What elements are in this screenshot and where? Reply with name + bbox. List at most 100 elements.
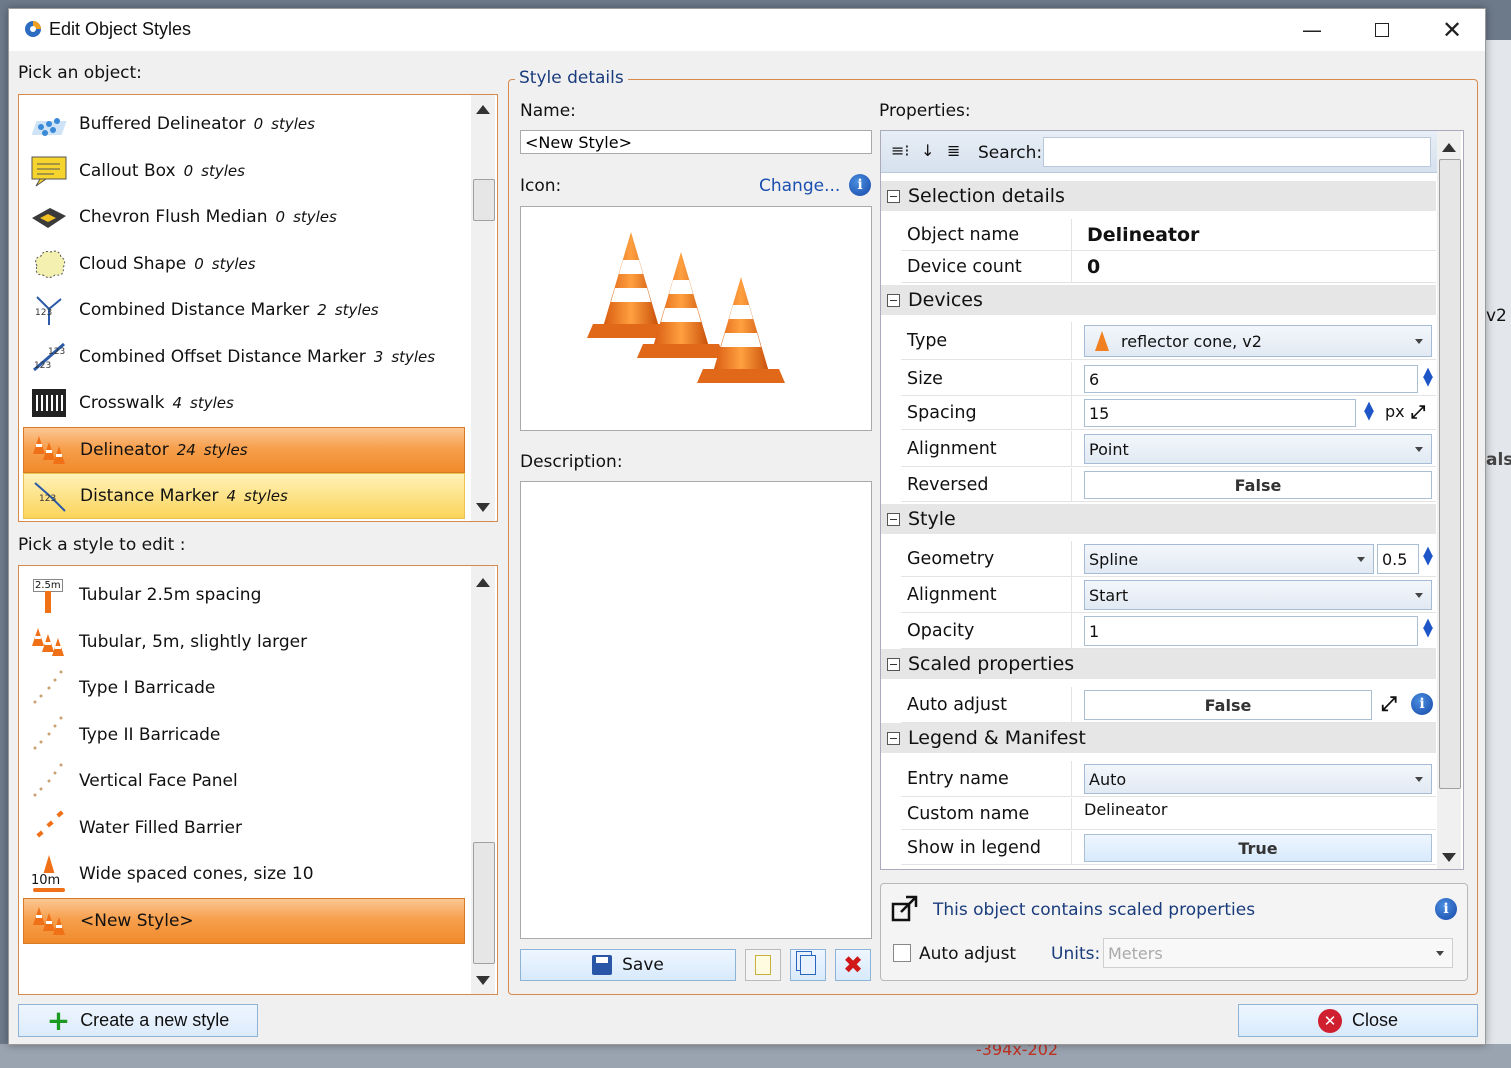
object-list-item[interactable]: Buffered Delineator 0 styles (23, 101, 465, 147)
property-toggle[interactable]: True (1084, 834, 1432, 862)
property-toggle[interactable]: False (1084, 471, 1432, 499)
object-name: Buffered Delineator (79, 114, 246, 134)
alphabetical-sort-icon[interactable]: ↓ (921, 141, 934, 160)
style-list-item[interactable]: Type II Barricade (23, 712, 465, 758)
close-window-button[interactable]: ✕ (1421, 13, 1483, 47)
spinner-arrows-icon[interactable]: ▲ ▼ (1422, 366, 1434, 388)
scale-arrow-icon[interactable]: ⤢ (1381, 691, 1397, 715)
style-list-scrollbar[interactable] (471, 566, 495, 994)
scroll-down-arrow[interactable] (476, 503, 490, 512)
object-list-item[interactable]: Chevron Flush Median 0 styles (23, 194, 465, 240)
scroll-up-arrow[interactable] (476, 578, 490, 587)
maximize-icon (1375, 23, 1389, 37)
property-select[interactable]: Auto (1084, 764, 1432, 794)
scroll-down-arrow[interactable] (1442, 853, 1456, 862)
maximize-button[interactable] (1351, 13, 1413, 47)
style-list-item[interactable]: Water Filled Barrier (23, 805, 465, 851)
minimize-button[interactable]: — (1281, 13, 1343, 47)
property-value: 1 (1089, 621, 1100, 641)
spinner-arrows-icon[interactable]: ▲ ▼ (1363, 400, 1375, 422)
collapse-toggle-icon[interactable] (887, 189, 900, 203)
close-button[interactable]: ✕ Close (1238, 1004, 1478, 1037)
units-select[interactable]: Meters (1103, 938, 1453, 968)
property-category-selection[interactable]: Selection details (881, 181, 1436, 211)
collapse-toggle-icon[interactable] (887, 657, 900, 671)
copy-icon (800, 955, 816, 975)
style-name-input[interactable] (520, 130, 872, 154)
categorized-sort-icon[interactable]: ≡⁝ (891, 141, 910, 160)
info-icon[interactable]: i (1411, 693, 1433, 715)
info-icon[interactable]: i (849, 174, 871, 196)
pick-object-label: Pick an object: (18, 63, 142, 83)
property-row-device-count: Device count 0 (901, 251, 1436, 283)
style-list-item[interactable]: Vertical Face Panel (23, 758, 465, 804)
style-list-item[interactable]: Type I Barricade (23, 665, 465, 711)
object-list-item[interactable]: 123 Combined Distance Marker 2 styles (23, 287, 465, 333)
object-list-item[interactable]: 123 123 Combined Offset Distance Marker 3st… (23, 334, 465, 380)
property-select[interactable]: Point (1084, 434, 1432, 464)
new-document-button[interactable] (745, 949, 781, 981)
collapse-toggle-icon[interactable] (887, 512, 900, 526)
save-button[interactable]: Save (520, 949, 736, 981)
change-icon-link[interactable]: Change... (759, 176, 840, 196)
style-list-item[interactable]: <New Style> (23, 897, 465, 944)
object-list-item[interactable]: Cloud Shape 0 styles (23, 241, 465, 287)
property-toggle[interactable]: False (1084, 690, 1372, 720)
create-new-style-button[interactable]: + Create a new style (18, 1004, 258, 1037)
property-value: reflector cone, v2 (1121, 331, 1262, 351)
property-key: Show in legend (907, 837, 1042, 858)
object-name: Distance Marker (80, 486, 219, 506)
delete-button[interactable]: ✖ (835, 949, 871, 981)
scroll-down-arrow[interactable] (476, 976, 490, 985)
info-icon[interactable]: i (1435, 898, 1457, 920)
window-title: Edit Object Styles (49, 19, 192, 39)
property-select[interactable]: reflector cone, v2 (1084, 325, 1432, 357)
object-name: Delineator (80, 439, 169, 460)
spinner-arrows-icon[interactable]: ▲ ▼ (1422, 617, 1434, 639)
delineator-icon (30, 430, 70, 470)
property-grid-toolbar: ≡⁝ ↓ ≣ Search: (881, 131, 1437, 173)
spinner-arrows-icon[interactable]: ▲ ▼ (1422, 545, 1434, 567)
property-select[interactable]: Start (1084, 580, 1432, 610)
property-row-alignment-dev: Alignment Point (901, 431, 1436, 467)
style-list-item[interactable]: Tubular, 5m, slightly larger (23, 619, 465, 665)
property-category-scaled[interactable]: Scaled properties (881, 649, 1436, 679)
property-key: Device count (907, 256, 1022, 277)
scale-arrow-icon[interactable]: ⤢ (1411, 402, 1425, 423)
scroll-thumb[interactable] (473, 179, 495, 221)
property-category-legend[interactable]: Legend & Manifest (881, 723, 1436, 753)
cones-icon (33, 906, 65, 935)
description-textarea[interactable] (520, 481, 872, 939)
scroll-thumb[interactable] (473, 842, 495, 964)
property-number-input[interactable]: 15 (1084, 399, 1356, 427)
object-style-count: 0 (183, 161, 194, 180)
style-name: Type I Barricade (79, 678, 216, 698)
property-grid-scrollbar[interactable] (1437, 131, 1461, 869)
collapse-toggle-icon[interactable] (887, 293, 900, 307)
close-circle-icon: ✕ (1317, 1008, 1342, 1033)
property-number-input[interactable]: 6 (1084, 365, 1418, 393)
style-list-item[interactable]: 10m Wide spaced cones, size 10 (23, 851, 465, 897)
property-pages-icon[interactable]: ≣ (947, 141, 960, 160)
scroll-up-arrow[interactable] (476, 105, 490, 114)
object-list-item[interactable]: Callout Box 0 styles (23, 148, 465, 194)
property-number-input[interactable]: 1 (1084, 616, 1418, 646)
object-list-scrollbar[interactable] (471, 95, 495, 521)
property-category-devices[interactable]: Devices (881, 285, 1436, 315)
property-category-style[interactable]: Style (881, 504, 1436, 534)
object-list-item[interactable]: Crosswalk 4 styles (23, 380, 465, 426)
style-name: Wide spaced cones, size 10 (79, 864, 314, 884)
copy-button[interactable] (790, 949, 826, 981)
style-list-item[interactable]: 2.5m Tubular 2.5m spacing (23, 572, 465, 618)
object-list-item[interactable]: Delineator 24 styles (23, 426, 465, 473)
property-value: Delineator (1087, 223, 1200, 246)
property-select[interactable]: Spline (1084, 544, 1374, 574)
object-name: Combined Distance Marker (79, 300, 310, 320)
object-list-item[interactable]: 123 Distance Marker 4 styles (23, 473, 465, 519)
scroll-thumb[interactable] (1439, 159, 1461, 789)
scroll-up-arrow[interactable] (1442, 143, 1456, 152)
collapse-toggle-icon[interactable] (887, 731, 900, 745)
auto-adjust-checkbox[interactable] (893, 944, 911, 962)
tension-input[interactable]: 0.5 (1377, 544, 1419, 574)
property-search-input[interactable] (1043, 137, 1431, 167)
